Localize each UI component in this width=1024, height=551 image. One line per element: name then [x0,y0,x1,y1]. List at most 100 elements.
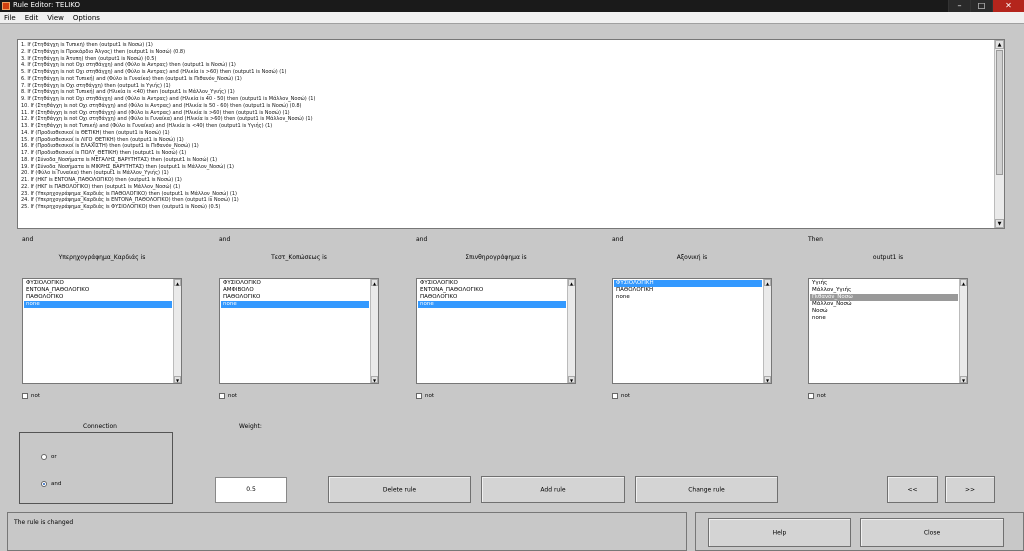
not-checkbox[interactable]: not [416,393,434,399]
rule-item[interactable]: 18. If (Σύνοδα_Νοσήματα is ΜΕΓΑΛΗΣ_ΒΑΡΥΤ… [21,157,992,164]
listbox-option[interactable]: none [810,315,958,322]
radio-or-label: or [51,454,57,460]
listbox-scrollbar[interactable]: ▲ ▼ [173,279,181,383]
listbox-option[interactable]: Μάλλον_Νοσώ [810,301,958,308]
listbox-option[interactable]: Πιθανόν_Νοσώ [810,294,958,301]
listbox-option[interactable]: none [24,301,172,308]
listbox-option[interactable]: ΦΥΣΙΟΛΟΓΙΚΟ [418,280,566,287]
close-window-button[interactable]: ✕ [992,0,1024,12]
listbox-option[interactable]: ΠΑΘΟΛΟΓΙΚΟ [24,294,172,301]
membership-listbox[interactable]: ΦΥΣΙΟΛΟΓΙΚΟ ΕΝΤΟΝΑ_ΠΑΘΟΛΟΓΙΚΟ ΠΑΘΟΛΟΓΙΚΟ no… [416,278,576,384]
not-checkbox[interactable]: not [808,393,826,399]
radio-button-or[interactable] [41,454,47,460]
minimize-button[interactable]: – [948,0,970,12]
rules-scrollbar[interactable]: ▲ ▼ [994,40,1004,228]
listbox-option[interactable]: Νοσώ [810,308,958,315]
listbox-scrollbar[interactable]: ▲ ▼ [959,279,967,383]
rule-item[interactable]: 6. If (Στηθάγχη is not Τυπική) and (Φύλο… [21,76,992,83]
delete-rule-label: Delete rule [382,486,417,493]
rule-item[interactable]: 10. If (Στηθάγχη is not Οχι στηθάγχη) an… [21,103,992,110]
listbox-option[interactable]: ΑΜΦΙΒΟΛΟ [221,287,369,294]
listbox-scrollbar[interactable]: ▲ ▼ [763,279,771,383]
change-rule-button[interactable]: Change rule [635,476,778,503]
rule-item[interactable]: 9. If (Στηθάγχη is not Οχι στηθάγχη) and… [21,96,992,103]
weight-input[interactable]: 0.5 [215,477,287,503]
scroll-up-arrow-icon[interactable]: ▲ [568,279,575,286]
listbox-option[interactable]: Υγιής [810,280,958,287]
scroll-thumb[interactable] [996,50,1003,175]
help-button[interactable]: Help [708,518,851,547]
menu-options[interactable]: Options [73,14,100,22]
scroll-down-arrow-icon[interactable]: ▼ [995,219,1004,228]
title-bar: Rule Editor: TELIKO – □ ✕ [0,0,1024,12]
menu-edit[interactable]: Edit [25,14,39,22]
listbox-option[interactable]: ΦΥΣΙΟΛΟΓΙΚΟ [24,280,172,287]
rule-item[interactable]: 4. If (Στηθάγχη is not Οχι στηθάγχη) and… [21,62,992,69]
scroll-up-arrow-icon[interactable]: ▲ [371,279,378,286]
rule-item[interactable]: 20. If (Φύλο is Γυναίκα) then (output1 i… [21,170,992,177]
listbox-option[interactable]: none [614,294,762,301]
delete-rule-button[interactable]: Delete rule [328,476,471,503]
rule-item[interactable]: 14. If (Προδιαθεσικοί is ΘΕΤΙΚΗ) then (o… [21,130,992,137]
scroll-up-arrow-icon[interactable]: ▲ [960,279,967,286]
membership-listbox[interactable]: ΦΥΣΙΟΛΟΓΙΚΟ ΕΝΤΟΝΑ_ΠΑΘΟΛΟΓΙΚΟ ΠΑΘΟΛΟΓΙΚΟ no… [22,278,182,384]
checkbox-box[interactable] [808,393,814,399]
rule-item[interactable]: 8. If (Στηθάγχη is not Τυπική) and (Ηλικ… [21,89,992,96]
checkbox-box[interactable] [22,393,28,399]
scroll-up-arrow-icon[interactable]: ▲ [764,279,771,286]
menu-view[interactable]: View [47,14,64,22]
radio-button-and[interactable] [41,481,47,487]
checkbox-box[interactable] [219,393,225,399]
listbox-scrollbar[interactable]: ▲ ▼ [370,279,378,383]
listbox-option[interactable]: ΕΝΤΟΝΑ_ΠΑΘΟΛΟΓΙΚΟ [418,287,566,294]
weight-label: Weight: [239,423,262,430]
listbox-option[interactable]: none [221,301,369,308]
rule-item[interactable]: 25. If (Υπερηχογράφημα_Καρδιάς is ΦΥΣΙΟΛ… [21,204,992,211]
checkbox-box[interactable] [416,393,422,399]
rule-item[interactable]: 13. If (Στηθάγχη is not Τυπική) and (Φύλ… [21,123,992,130]
scroll-up-arrow-icon[interactable]: ▲ [174,279,181,286]
rule-item[interactable]: 21. If (ΗΚΓ is ΕΝΤΟΝΑ_ΠΑΘΟΛΟΓΙΚΟ) then (… [21,177,992,184]
maximize-button[interactable]: □ [970,0,992,12]
membership-listbox[interactable]: ΦΥΣΙΟΛΟΓΙΚΗ ΠΑΘΟΛΟΓΙΚΗ none ▲ ▼ [612,278,772,384]
not-checkbox[interactable]: not [612,393,630,399]
listbox-option[interactable]: ΦΥΣΙΟΛΟΓΙΚΗ [614,280,762,287]
radio-and[interactable]: and [41,481,61,487]
scroll-down-arrow-icon[interactable]: ▼ [174,376,181,383]
window-controls: – □ ✕ [948,0,1024,12]
scroll-down-arrow-icon[interactable]: ▼ [764,376,771,383]
rule-item[interactable]: 2. If (Στηθάγχη is Προκάρδιο Άλγος) then… [21,49,992,56]
radio-or[interactable]: or [41,454,57,460]
help-label: Help [772,529,787,536]
not-checkbox[interactable]: not [22,393,40,399]
rule-item[interactable]: 17. If (Προδιαθεσικοί is ΠΟΛΥ_ΘΕΤΙΚΗ) th… [21,150,992,157]
rule-item[interactable]: 5. If (Στηθάγχη is not Οχι στηθάγχη) and… [21,69,992,76]
rule-item[interactable]: 24. If (Υπερηχογράφημα_Καρδιάς is ΕΝΤΟΝΑ… [21,197,992,204]
scroll-down-arrow-icon[interactable]: ▼ [960,376,967,383]
listbox-scrollbar[interactable]: ▲ ▼ [567,279,575,383]
listbox-option[interactable]: none [418,301,566,308]
rule-item[interactable]: 12. If (Στηθάγχη is not Οχι στηθάγχη) an… [21,116,992,123]
listbox-option[interactable]: ΠΑΘΟΛΟΓΙΚΗ [614,287,762,294]
scroll-down-arrow-icon[interactable]: ▼ [568,376,575,383]
menu-file[interactable]: File [4,14,16,22]
add-rule-button[interactable]: Add rule [481,476,625,503]
listbox-option[interactable]: ΕΝΤΟΝΑ_ΠΑΘΟΛΟΓΙΚΟ [24,287,172,294]
listbox-option[interactable]: ΠΑΘΟΛΟΓΙΚΟ [418,294,566,301]
checkbox-box[interactable] [612,393,618,399]
rule-item[interactable]: 1. If (Στηθάγχη is Τυπική) then (output1… [21,42,992,49]
membership-listbox[interactable]: ΦΥΣΙΟΛΟΓΙΚΟ ΑΜΦΙΒΟΛΟ ΠΑΘΟΛΟΓΙΚΟ none ▲ ▼ [219,278,379,384]
scroll-down-arrow-icon[interactable]: ▼ [371,376,378,383]
close-button[interactable]: Close [860,518,1004,547]
membership-listbox[interactable]: Υγιής Μάλλον_Υγιής Πιθανόν_Νοσώ Μάλλον_Νοσώ… [808,278,968,384]
next-rule-button[interactable]: >> [945,476,995,503]
listbox-option[interactable]: Μάλλον_Υγιής [810,287,958,294]
listbox-option[interactable]: ΦΥΣΙΟΛΟΓΙΚΟ [221,280,369,287]
listbox-option[interactable]: ΠΑΘΟΛΟΓΙΚΟ [221,294,369,301]
scroll-up-arrow-icon[interactable]: ▲ [995,40,1004,49]
not-checkbox[interactable]: not [219,393,237,399]
previous-rule-button[interactable]: << [887,476,938,503]
rule-item[interactable]: 22. If (ΗΚΓ is ΠΑΘΟΛΟΓΙΚΟ) then (output1… [21,184,992,191]
rule-item[interactable]: 16. If (Προδιαθεσικοί is ΕΛΑΧΙΣΤΗ) then … [21,143,992,150]
rules-listbox[interactable]: 1. If (Στηθάγχη is Τυπική) then (output1… [17,39,1005,229]
